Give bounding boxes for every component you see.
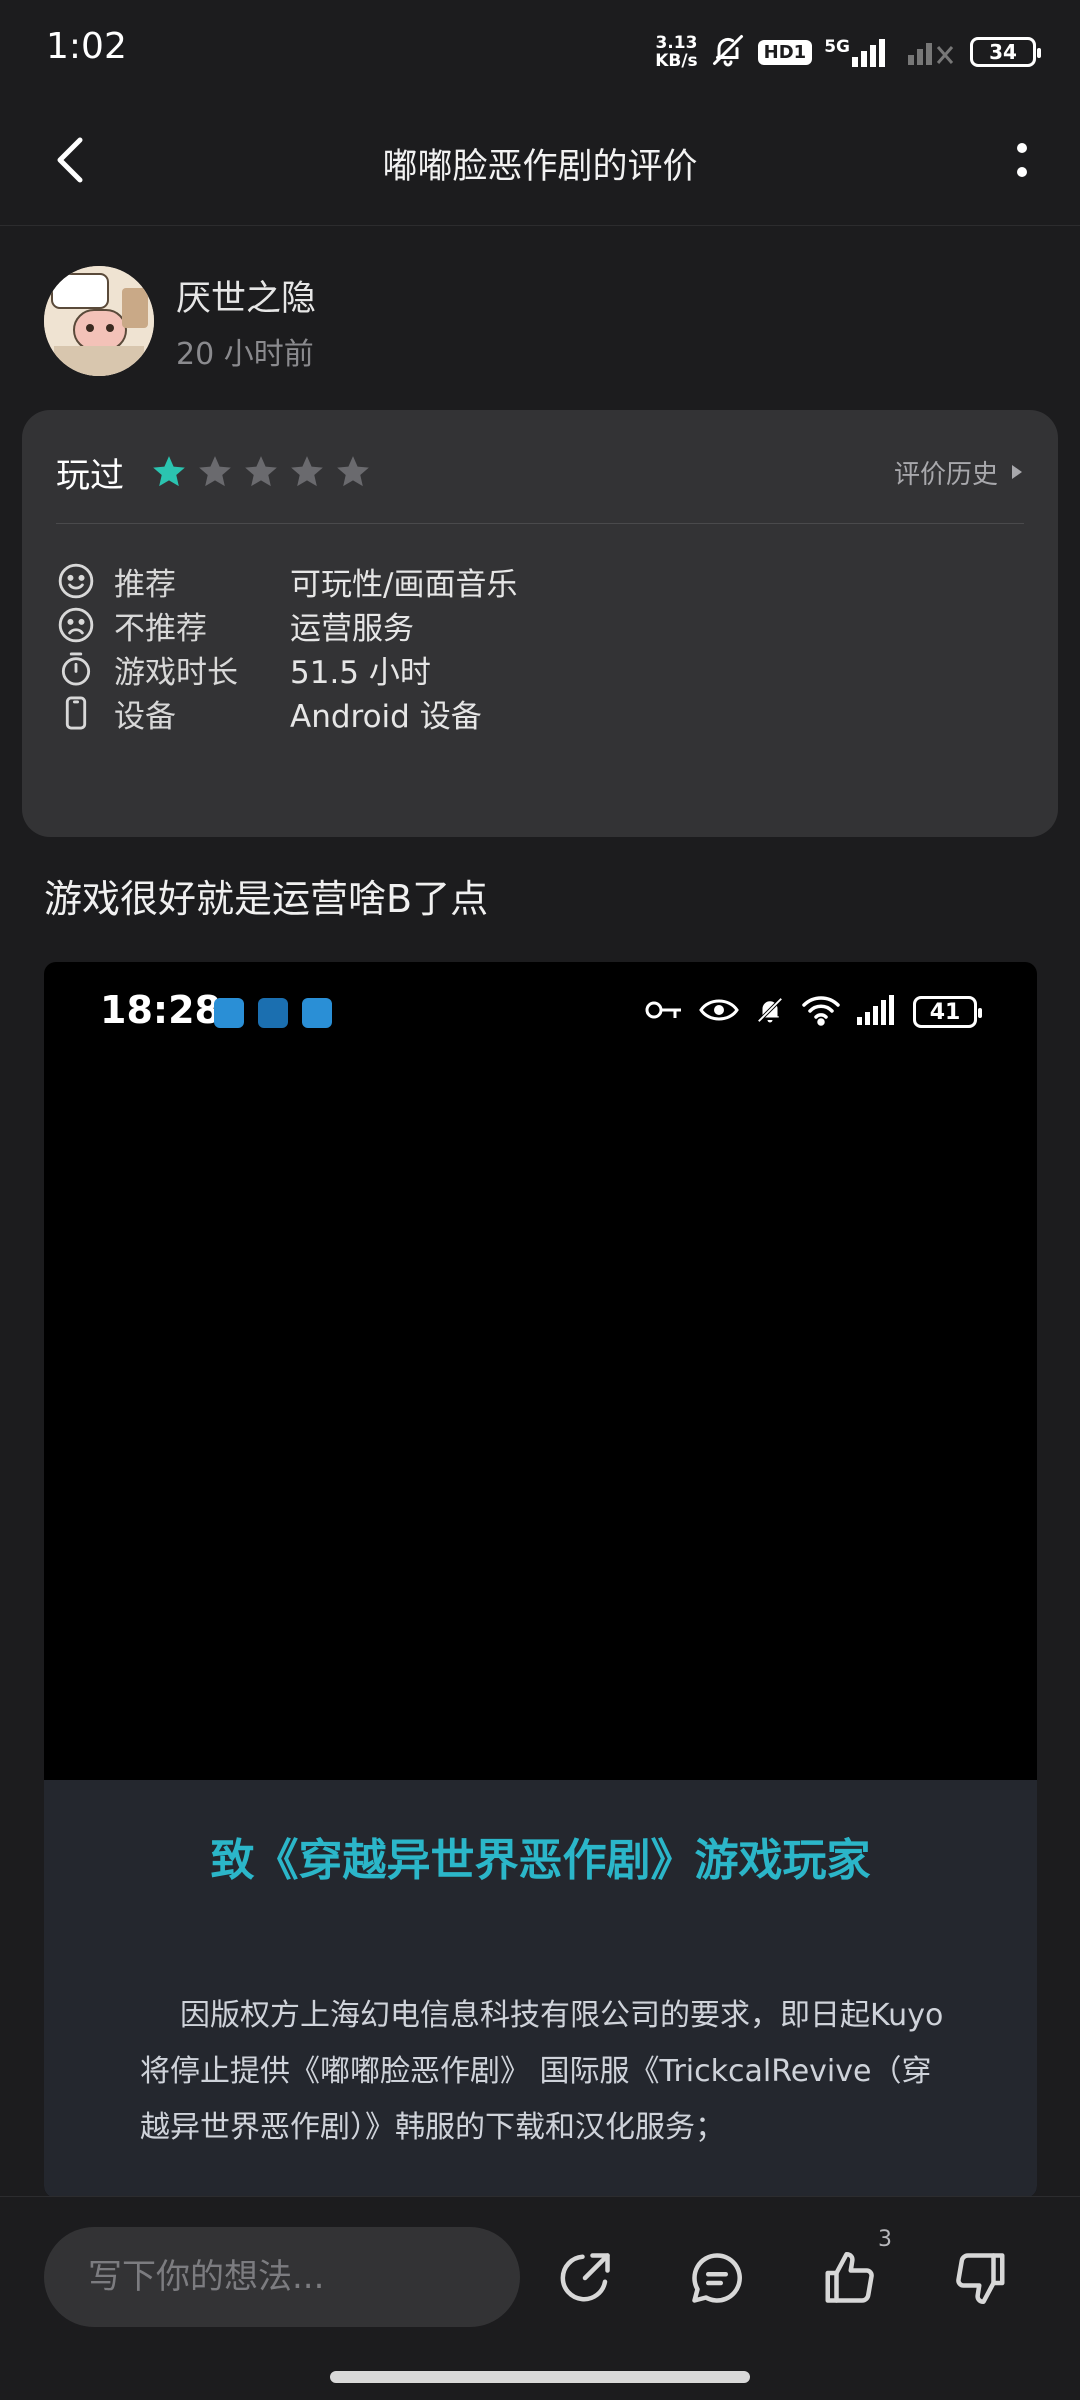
star-empty-icon [245, 456, 277, 487]
image-status-bar: 18:28 41 [44, 962, 1037, 1062]
author-name[interactable]: 厌世之隐 [176, 270, 316, 321]
stopwatch-icon [56, 649, 96, 689]
rating-history-label: 评价历史 [893, 459, 998, 490]
star-rating [150, 453, 372, 491]
author-info: 厌世之隐 20 小时前 [176, 270, 316, 373]
image-notice: 致《穿越异世界恶作剧》游戏玩家 因版权方上海幻电信息科技有限公司的要求，即日起K… [44, 1780, 1037, 2198]
frown-icon [56, 605, 96, 645]
row-value: 51.5 小时 [290, 654, 431, 691]
image-battery-indicator: 41 [913, 996, 982, 1028]
net-speed-value: 3.13 [655, 33, 698, 53]
phone-icon [56, 693, 96, 733]
bell-muted-icon [755, 994, 785, 1030]
image-status-time: 18:28 [100, 988, 221, 1032]
triangle-right-icon [1012, 465, 1022, 479]
status-icons: 3.13 KB/s HD1 5G 34 [655, 30, 1041, 74]
notice-title: 致《穿越异世界恶作剧》游戏玩家 [210, 1835, 871, 1886]
wifi-icon [801, 994, 841, 1030]
thumbs-up-icon [825, 2252, 874, 2303]
cell-signal-2-icon [908, 35, 958, 69]
cell-signal-icon [857, 995, 897, 1029]
row-label: 设备 [114, 698, 176, 735]
comment-icon [692, 2253, 742, 2303]
row-value: 运营服务 [290, 610, 414, 647]
bell-muted-icon [710, 32, 746, 72]
eye-icon [699, 996, 739, 1028]
hd-badge: HD1 [757, 39, 813, 65]
review-author: 厌世之隐 20 小时前 [44, 266, 316, 376]
played-label: 玩过 [56, 455, 124, 496]
review-timestamp: 20 小时前 [176, 336, 314, 372]
page-title: 嘟嘟脸恶作剧的评价 [382, 147, 698, 187]
thumbs-down-icon [956, 2253, 1005, 2304]
network-type: 5G [824, 37, 850, 57]
row-value: 可玩性/画面音乐 [290, 566, 518, 603]
cell-signal-icon: 5G [824, 37, 896, 67]
avatar[interactable] [44, 266, 154, 376]
bottom-action-bar: 3 [0, 2196, 1080, 2400]
app-icon [258, 998, 288, 1028]
more-button[interactable] [992, 130, 1052, 190]
share-button[interactable] [540, 2233, 630, 2323]
star-empty-icon [337, 456, 369, 487]
home-indicator[interactable] [330, 2371, 750, 2383]
net-speed-unit: KB/s [655, 51, 698, 71]
star-filled-icon [153, 456, 185, 487]
like-count: 3 [878, 2227, 892, 2252]
nav-bar: 嘟嘟脸恶作剧的评价 [0, 100, 1080, 226]
review-image[interactable]: 18:28 41 致《穿越异世界恶作剧》游戏玩家 因版权方上海幻电信息科技有限公… [44, 962, 1037, 2198]
share-icon [560, 2253, 610, 2302]
rating-history-link[interactable]: 评价历史 [894, 454, 1024, 491]
battery-indicator: 34 [970, 37, 1041, 67]
row-label: 不推荐 [114, 610, 207, 647]
row-label: 推荐 [114, 566, 176, 603]
comment-input[interactable] [44, 2227, 520, 2327]
status-bar: 1:02 3.13 KB/s HD1 5G 34 [0, 0, 1080, 100]
comment-button[interactable] [672, 2233, 762, 2323]
avatar-illustration [44, 266, 154, 376]
divider [56, 523, 1024, 524]
star-empty-icon [199, 456, 231, 487]
rating-card: 玩过 评价历史 推荐 可玩性/画面音乐 不推荐 运营服务 游戏时长 51.5 小… [22, 410, 1058, 837]
device-row: 设备 Android 设备 [56, 686, 1024, 740]
row-value: Android 设备 [290, 698, 482, 735]
image-status-icons: 41 [645, 994, 982, 1030]
more-vertical-icon [1017, 143, 1027, 177]
rating-header: 玩过 评价历史 [56, 444, 1024, 500]
smile-icon [56, 561, 96, 601]
row-label: 游戏时长 [114, 654, 238, 691]
app-icon [214, 998, 244, 1028]
dislike-button[interactable] [936, 2233, 1026, 2323]
key-icon [645, 998, 683, 1026]
net-speed: 3.13 KB/s [655, 34, 697, 70]
image-app-icons [214, 998, 332, 1028]
notice-body: 因版权方上海幻电信息科技有限公司的要求，即日起Kuyo将停止提供《嘟嘟脸恶作剧》… [140, 1998, 944, 2145]
review-text: 游戏很好就是运营啥B了点 [44, 877, 489, 921]
star-empty-icon [291, 456, 323, 487]
app-icon [302, 998, 332, 1028]
status-time: 1:02 [46, 26, 127, 67]
